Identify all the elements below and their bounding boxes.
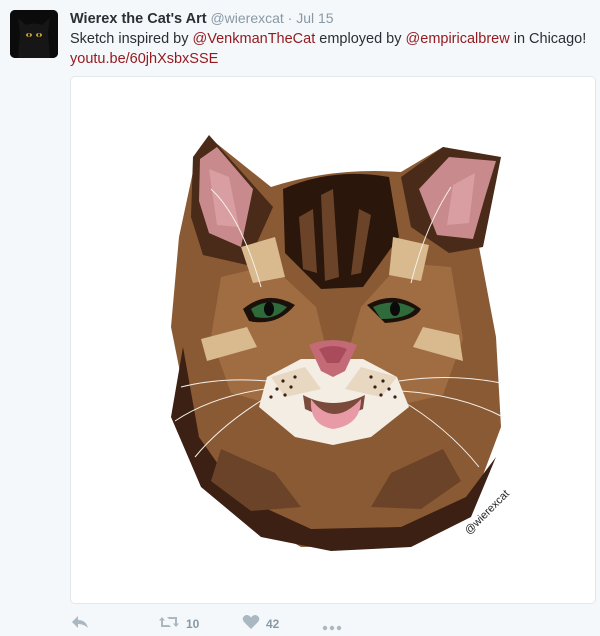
retweet-button[interactable]: 10 xyxy=(158,614,199,633)
tweet-text: Sketch inspired by @VenkmanTheCat employ… xyxy=(70,29,594,49)
avatar[interactable] xyxy=(10,10,58,58)
separator: · xyxy=(287,10,293,26)
tweet: Wierex the Cat's Art @wierexcat · Jul 15… xyxy=(0,0,600,635)
tweet-header: Wierex the Cat's Art @wierexcat · Jul 15 xyxy=(70,9,592,28)
mention-venkman[interactable]: @VenkmanTheCat xyxy=(193,31,316,47)
tweet-text-part: in Chicago! xyxy=(509,31,587,47)
reply-icon xyxy=(70,614,90,633)
youtube-link[interactable]: youtu.be/60jhXsbxSSE xyxy=(70,51,218,67)
retweet-count: 10 xyxy=(186,616,200,631)
cat-illustration: @wierexcat xyxy=(171,135,512,551)
heart-icon xyxy=(242,614,260,633)
media-card[interactable]: @wierexcat xyxy=(70,76,596,604)
tweet-text-part: employed by xyxy=(315,31,406,47)
link-line: youtu.be/60jhXsbxSSE xyxy=(70,49,218,69)
tweet-actions: 10 42 xyxy=(70,614,370,636)
timestamp[interactable]: Jul 15 xyxy=(296,10,333,26)
like-count: 42 xyxy=(266,616,280,631)
more-icon xyxy=(322,620,342,634)
like-button[interactable]: 42 xyxy=(242,614,279,633)
retweet-icon xyxy=(158,614,180,633)
reply-button[interactable] xyxy=(70,614,90,633)
tweet-text-part: Sketch inspired by xyxy=(70,31,193,47)
more-button[interactable] xyxy=(322,620,342,634)
user-handle[interactable]: @wierexcat xyxy=(210,10,283,26)
display-name[interactable]: Wierex the Cat's Art xyxy=(70,11,207,27)
mention-empiricalbrew[interactable]: @empiricalbrew xyxy=(406,31,510,47)
